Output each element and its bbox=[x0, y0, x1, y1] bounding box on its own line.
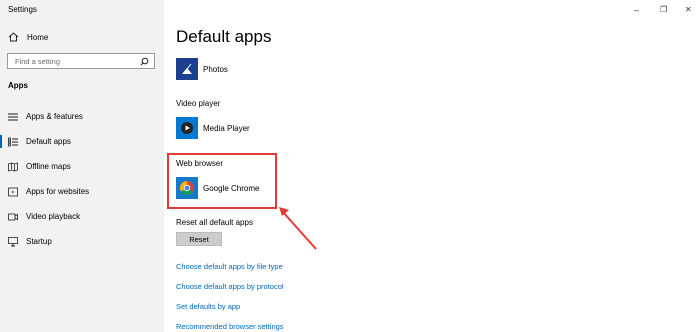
offline-maps-icon bbox=[8, 161, 18, 172]
sidebar-item-apps-for-websites[interactable]: Apps for websites bbox=[0, 179, 164, 204]
video-player-app-name: Media Player bbox=[203, 123, 250, 133]
search-icon bbox=[140, 57, 149, 66]
home-icon bbox=[8, 32, 19, 42]
sidebar-item-video-playback[interactable]: Video playback bbox=[0, 204, 164, 229]
annotation-highlight-box bbox=[167, 153, 277, 209]
search-input[interactable]: Find a setting bbox=[7, 53, 155, 69]
home-label: Home bbox=[27, 32, 49, 42]
search-placeholder: Find a setting bbox=[15, 57, 61, 66]
photo-viewer-app-name: Photos bbox=[203, 64, 228, 74]
sidebar-item-startup[interactable]: Startup bbox=[0, 229, 164, 254]
restore-button[interactable]: ❐ bbox=[660, 5, 667, 14]
reset-label: Reset all default apps bbox=[176, 218, 253, 227]
sidebar: Settings Home Find a setting Apps Apps &… bbox=[0, 0, 164, 332]
sidebar-item-label: Apps & features bbox=[26, 112, 83, 121]
photos-app-icon bbox=[176, 58, 198, 80]
video-player-label: Video player bbox=[176, 99, 221, 108]
section-heading: Apps bbox=[8, 81, 28, 90]
sidebar-item-label: Offline maps bbox=[26, 162, 71, 171]
apps-features-icon bbox=[8, 113, 18, 120]
sidebar-item-default-apps[interactable]: Default apps bbox=[0, 129, 164, 154]
close-button[interactable]: ✕ bbox=[685, 5, 692, 14]
video-playback-icon bbox=[8, 213, 18, 220]
sidebar-item-offline-maps[interactable]: Offline maps bbox=[0, 154, 164, 179]
annotation-arrow bbox=[279, 207, 317, 250]
sidebar-item-label: Default apps bbox=[26, 137, 71, 146]
sidebar-item-label: Apps for websites bbox=[26, 187, 90, 196]
link-set-defaults-by-app[interactable]: Set defaults by app bbox=[176, 302, 240, 311]
video-player-app-button[interactable]: Media Player bbox=[176, 117, 250, 139]
page-title: Default apps bbox=[176, 27, 272, 46]
minimize-button[interactable]: – bbox=[634, 5, 639, 15]
sidebar-item-label: Startup bbox=[26, 237, 52, 246]
media-player-icon bbox=[176, 117, 198, 139]
link-file-type[interactable]: Choose default apps by file type bbox=[176, 262, 283, 271]
window-title: Settings bbox=[8, 5, 37, 14]
sidebar-item-label: Video playback bbox=[26, 212, 81, 221]
home-nav-item[interactable]: Home bbox=[8, 32, 48, 42]
reset-button[interactable]: Reset bbox=[176, 232, 222, 246]
apps-for-websites-icon bbox=[8, 187, 18, 196]
link-protocol[interactable]: Choose default apps by protocol bbox=[176, 282, 284, 291]
sidebar-item-apps-features[interactable]: Apps & features bbox=[0, 104, 164, 129]
photo-viewer-app-button[interactable]: Photos bbox=[176, 58, 228, 80]
sidebar-nav: Apps & features Default apps Offline map… bbox=[0, 104, 164, 254]
link-recommended-browser-settings[interactable]: Recommended browser settings bbox=[176, 322, 284, 331]
startup-icon bbox=[8, 236, 18, 246]
default-apps-icon bbox=[8, 137, 18, 146]
